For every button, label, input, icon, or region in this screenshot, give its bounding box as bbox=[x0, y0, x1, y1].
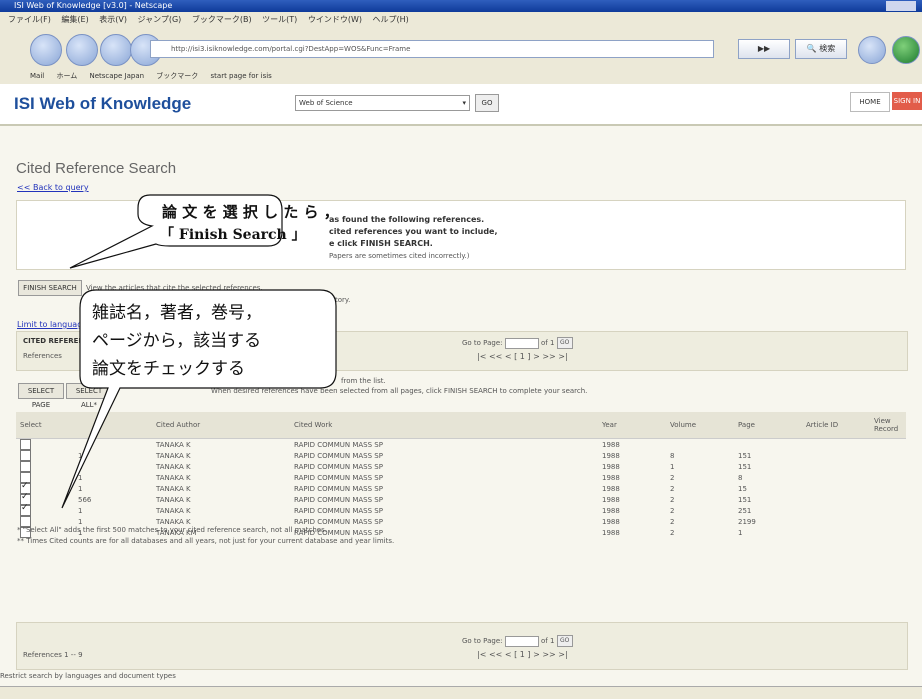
callout-left-line-3: 論文をチェックする bbox=[92, 359, 245, 379]
callout-top-line-1: 論 文 を 選 択 し た ら ， bbox=[162, 203, 339, 221]
callout-left-line-1: 雑誌名，著者，巻号， bbox=[92, 303, 262, 323]
callout-top-line-2: 「 Finish Search 」 bbox=[160, 227, 306, 243]
callout-left-line-2: ページから，該当する bbox=[92, 331, 262, 351]
